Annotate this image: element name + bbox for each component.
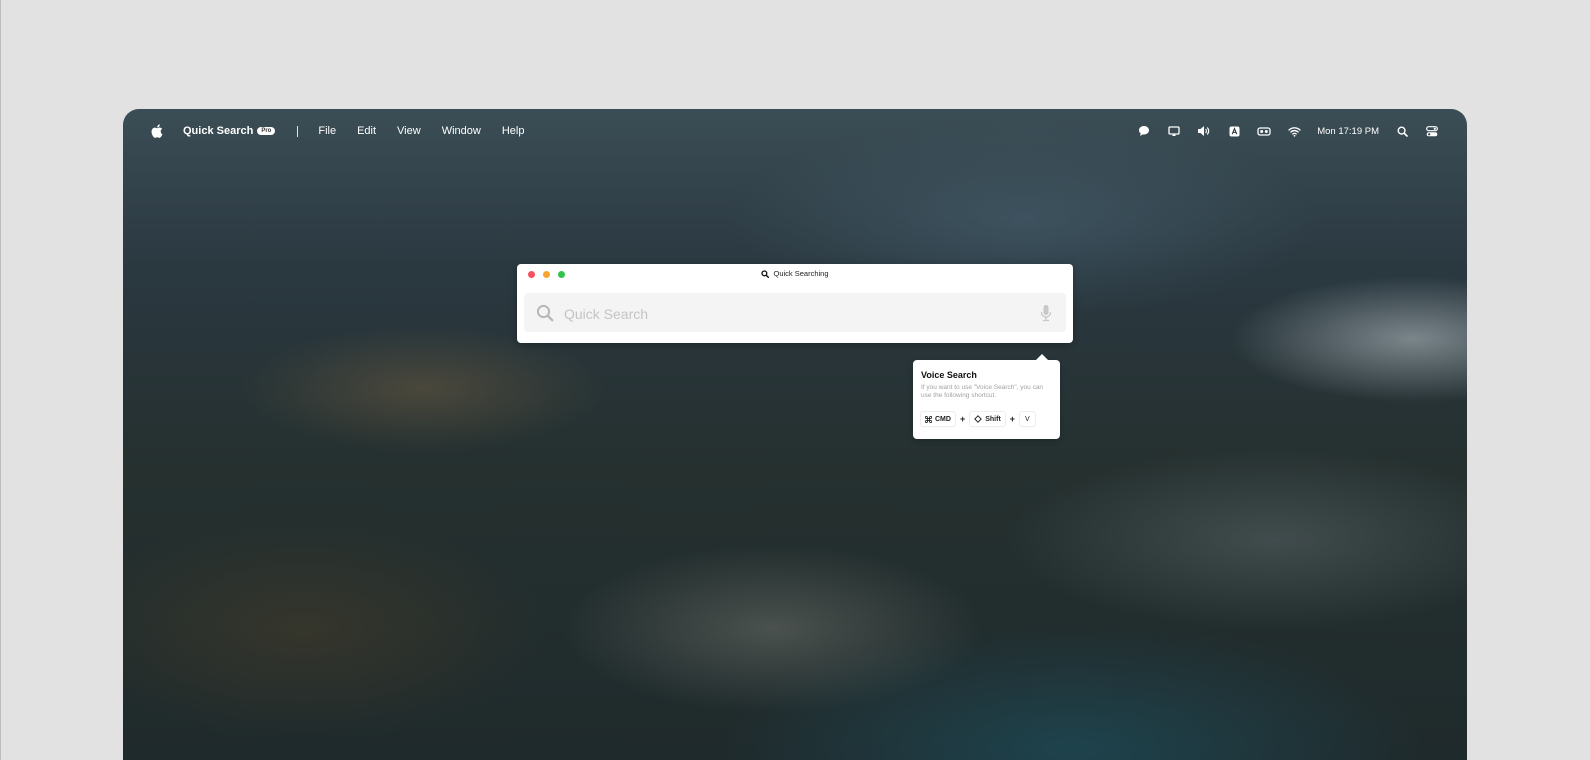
window-title: Quick Searching bbox=[773, 269, 829, 278]
popover-arrow bbox=[1036, 354, 1048, 360]
app-name[interactable]: Quick Search bbox=[183, 125, 253, 137]
quick-search-window: Quick Searching bbox=[517, 264, 1073, 343]
chat-bubble-icon[interactable] bbox=[1137, 124, 1151, 138]
menu-bar-clock[interactable]: Mon 17:19 PM bbox=[1317, 126, 1379, 137]
menu-window[interactable]: Window bbox=[442, 125, 481, 137]
menu-help[interactable]: Help bbox=[502, 125, 525, 137]
key-shift: Shift bbox=[970, 412, 1005, 426]
key-cmd: CMD bbox=[921, 412, 955, 426]
menu-bar: Quick Search Pro File Edit View Window H… bbox=[123, 109, 1467, 153]
search-input[interactable] bbox=[562, 293, 1006, 334]
vr-headset-icon[interactable] bbox=[1257, 124, 1271, 138]
shortcut-plus: + bbox=[959, 414, 966, 424]
search-field[interactable] bbox=[524, 293, 1066, 334]
page-edge bbox=[0, 0, 1, 760]
desktop-screen: Quick Search Pro File Edit View Window H… bbox=[123, 109, 1467, 760]
volume-icon[interactable] bbox=[1197, 124, 1211, 138]
key-v: V bbox=[1020, 412, 1035, 426]
shortcut-plus: + bbox=[1009, 414, 1016, 424]
key-shift-label: Shift bbox=[985, 415, 1001, 423]
pro-badge: Pro bbox=[257, 127, 276, 135]
popover-description: If you want to use "Voice Search", you c… bbox=[921, 384, 1044, 399]
window-title-bar: Quick Searching bbox=[517, 269, 1073, 278]
control-center-icon[interactable] bbox=[1425, 124, 1439, 138]
shift-icon bbox=[974, 415, 983, 423]
menu-edit[interactable]: Edit bbox=[357, 125, 376, 137]
key-cmd-label: CMD bbox=[935, 415, 951, 423]
apple-icon[interactable] bbox=[151, 124, 163, 138]
menu-bar-right: Mon 17:19 PM bbox=[1121, 109, 1439, 153]
voice-search-shortcut: CMD + Shift + V bbox=[921, 412, 1035, 426]
spotlight-search-icon[interactable] bbox=[1395, 124, 1409, 138]
search-icon bbox=[761, 269, 770, 278]
voice-search-popover: Voice Search If you want to use "Voice S… bbox=[913, 354, 1060, 439]
popover-title: Voice Search bbox=[921, 370, 977, 380]
search-icon bbox=[536, 304, 554, 322]
keyboard-input-icon[interactable] bbox=[1227, 124, 1241, 138]
menu-separator bbox=[297, 125, 299, 137]
menu-file[interactable]: File bbox=[318, 125, 336, 137]
menu-bar-left: Quick Search Pro File Edit View Window H… bbox=[123, 124, 545, 138]
wifi-icon[interactable] bbox=[1287, 124, 1301, 138]
screen-mirroring-icon[interactable] bbox=[1167, 124, 1181, 138]
menu-view[interactable]: View bbox=[397, 125, 421, 137]
command-icon bbox=[925, 415, 932, 423]
microphone-icon[interactable] bbox=[1040, 304, 1052, 322]
